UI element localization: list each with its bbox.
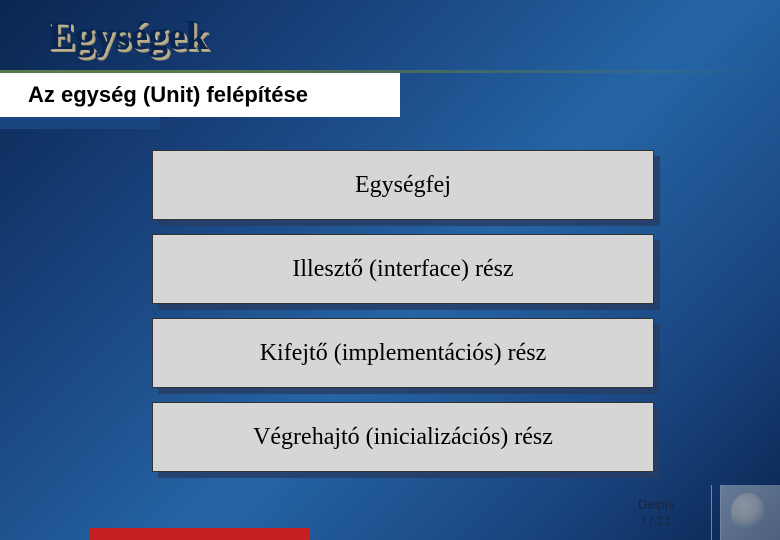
footer: Delphi I / 21 xyxy=(630,485,780,540)
slide-subtitle: Az egység (Unit) felépítése xyxy=(28,82,308,108)
unit-part-header: Egységfej xyxy=(152,150,654,220)
unit-part-initialization: Végrehajtó (inicializációs) rész xyxy=(152,402,654,472)
unit-part-label: Végrehajtó (inicializációs) rész xyxy=(253,424,553,451)
unit-part-label: Kifejtő (implementációs) rész xyxy=(260,340,547,367)
unit-structure-diagram: Egységfej Illesztő (interface) rész Kife… xyxy=(152,150,662,486)
unit-part-implementation: Kifejtő (implementációs) rész xyxy=(152,318,654,388)
footer-line2: I / 21 xyxy=(642,513,671,528)
subtitle-bar: Az egység (Unit) felépítése xyxy=(0,73,400,117)
unit-part-label: Egységfej xyxy=(355,172,451,199)
footer-decoration-icon xyxy=(720,485,780,540)
unit-part-label: Illesztő (interface) rész xyxy=(292,256,513,283)
footer-line1: Delphi xyxy=(638,497,675,512)
subtitle-underline xyxy=(0,117,160,129)
slide-title: Egységek xyxy=(48,12,208,59)
footer-text: Delphi I / 21 xyxy=(630,497,675,528)
bottom-accent-bar xyxy=(90,528,310,540)
unit-part-interface: Illesztő (interface) rész xyxy=(152,234,654,304)
